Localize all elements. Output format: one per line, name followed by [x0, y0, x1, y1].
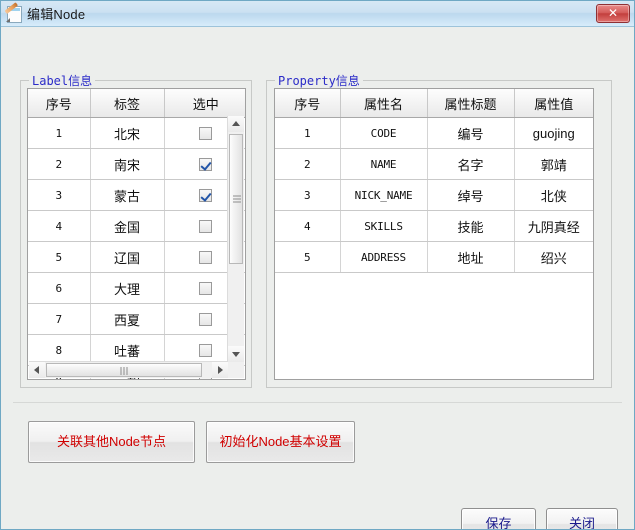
property-col-value[interactable]: 属性值: [514, 89, 593, 118]
property-cell-no: 1: [275, 117, 341, 149]
label-grid-horizontal-scrollbar[interactable]: [29, 361, 228, 378]
label-cell-no: 4: [28, 210, 91, 242]
horizontal-scroll-thumb[interactable]: [46, 363, 202, 377]
label-cell-no: 7: [28, 303, 91, 335]
table-row[interactable]: 2 NAME 名字 郭靖: [275, 148, 593, 180]
checkbox-icon[interactable]: [199, 220, 213, 234]
checkbox-icon[interactable]: [199, 313, 213, 327]
property-grid-table: 序号 属性名 属性标题 属性值 1 CODE 编号 guojing 2 NAME 名字 郭靖 3…: [275, 89, 593, 273]
property-cell-no: 2: [275, 148, 341, 180]
property-cell-value: 郭靖: [514, 148, 593, 180]
property-col-title[interactable]: 属性标题: [427, 89, 515, 118]
property-cell-title: 技能: [427, 210, 515, 242]
table-row[interactable]: 3 蒙古: [28, 179, 245, 211]
label-cell-label: 蒙古: [90, 179, 165, 211]
property-group-caption: Property信息: [275, 72, 363, 89]
table-row[interactable]: 5 ADDRESS 地址 绍兴: [275, 241, 593, 273]
property-cell-no: 3: [275, 179, 341, 211]
label-cell-label: 北宋: [90, 117, 165, 149]
label-col-no[interactable]: 序号: [28, 89, 91, 118]
property-cell-name: NAME: [340, 148, 428, 180]
label-cell-label: 辽国: [90, 241, 165, 273]
property-cell-title: 编号: [427, 117, 515, 149]
table-row[interactable]: 2 南宋: [28, 148, 245, 180]
label-cell-no: 1: [28, 117, 91, 149]
table-row[interactable]: 4 SKILLS 技能 九阴真经: [275, 210, 593, 242]
label-cell-label: 西夏: [90, 303, 165, 335]
property-cell-value: 九阴真经: [514, 210, 593, 242]
checkbox-icon[interactable]: [199, 158, 213, 172]
label-group-caption: Label信息: [29, 72, 96, 89]
label-grid[interactable]: 序号 标签 选中 1北宋2南宋3蒙古4金国5辽国6大理7西夏8吐蕃9元朝10明朝…: [27, 88, 246, 380]
label-cell-label: 金国: [90, 210, 165, 242]
scroll-up-arrow-icon[interactable]: [228, 116, 244, 132]
property-cell-name: SKILLS: [340, 210, 428, 242]
scroll-right-arrow-icon[interactable]: [212, 362, 228, 378]
property-cell-title: 地址: [427, 241, 515, 273]
vertical-scroll-thumb[interactable]: [229, 134, 243, 264]
table-row[interactable]: 1 CODE 编号 guojing: [275, 117, 593, 149]
checkbox-icon[interactable]: [199, 251, 213, 265]
property-cell-value: 北侠: [514, 179, 593, 211]
close-window-button[interactable]: ✕: [596, 4, 630, 23]
property-cell-name: NICK_NAME: [340, 179, 428, 211]
property-col-name[interactable]: 属性名: [340, 89, 428, 118]
client-area: Label信息 序号 标签 选中 1 北宋 2 南宋 3 蒙古 4 金国 5 辽国 6 大理 7 西夏 8 吐…: [1, 27, 634, 529]
table-row[interactable]: 7 西夏: [28, 303, 245, 335]
property-group-box: Property信息 序号 属性名 属性标题 属性值 1 CODE 编号 guojin…: [266, 72, 612, 388]
label-grid-vertical-scrollbar[interactable]: [227, 116, 244, 362]
property-cell-no: 4: [275, 210, 341, 242]
property-grid-header-row: 序号 属性名 属性标题 属性值: [275, 89, 593, 118]
scroll-left-arrow-icon[interactable]: [29, 362, 45, 378]
init-node-settings-button[interactable]: 初始化Node基本设置: [206, 421, 355, 463]
table-row[interactable]: 5 辽国: [28, 241, 245, 273]
window-title: 编辑Node: [27, 7, 86, 22]
property-col-no[interactable]: 序号: [275, 89, 341, 118]
save-button[interactable]: 保存: [461, 508, 536, 529]
label-col-label[interactable]: 标签: [90, 89, 165, 118]
checkbox-icon[interactable]: [199, 282, 213, 296]
scroll-corner: [228, 362, 244, 378]
checkbox-icon[interactable]: [199, 344, 213, 358]
title-bar: 编辑Node ✕: [1, 1, 634, 27]
property-cell-name: ADDRESS: [340, 241, 428, 273]
property-cell-name: CODE: [340, 117, 428, 149]
label-group-box: Label信息 序号 标签 选中 1 北宋 2 南宋 3 蒙古 4 金国 5 辽国 6 大理 7 西夏 8 吐…: [20, 72, 252, 388]
close-button[interactable]: 关闭: [546, 508, 618, 529]
property-cell-title: 绰号: [427, 179, 515, 211]
label-grid-table: 序号 标签 选中 1北宋2南宋3蒙古4金国5辽国6大理7西夏8吐蕃9元朝10明朝…: [28, 89, 245, 379]
relate-other-node-button[interactable]: 关联其他Node节点: [28, 421, 195, 463]
label-cell-no: 6: [28, 272, 91, 304]
property-cell-no: 5: [275, 241, 341, 273]
label-cell-label: 南宋: [90, 148, 165, 180]
property-cell-title: 名字: [427, 148, 515, 180]
property-grid[interactable]: 序号 属性名 属性标题 属性值 1 CODE 编号 guojing 2 NAME 名字 郭靖 3…: [274, 88, 594, 380]
table-row[interactable]: 3 NICK_NAME 绰号 北侠: [275, 179, 593, 211]
label-cell-no: 2: [28, 148, 91, 180]
property-cell-value: guojing: [514, 117, 593, 149]
table-row[interactable]: 4 金国: [28, 210, 245, 242]
edit-pencil-icon: [4, 1, 23, 23]
section-divider: [13, 402, 622, 403]
table-row[interactable]: 1 北宋: [28, 117, 245, 149]
label-cell-no: 3: [28, 179, 91, 211]
checkbox-icon[interactable]: [199, 127, 213, 141]
label-cell-no: 5: [28, 241, 91, 273]
label-grid-header-row: 序号 标签 选中: [28, 89, 245, 118]
label-cell-label: 大理: [90, 272, 165, 304]
edit-node-window: 编辑Node ✕ Label信息 序号 标签 选中 1 北宋 2 南宋 3 蒙古 4 金国 5 辽…: [0, 0, 635, 530]
checkbox-icon[interactable]: [199, 189, 213, 203]
label-col-checked[interactable]: 选中: [164, 89, 245, 118]
property-cell-value: 绍兴: [514, 241, 593, 273]
table-row[interactable]: 6 大理: [28, 272, 245, 304]
scroll-down-arrow-icon[interactable]: [228, 346, 244, 362]
